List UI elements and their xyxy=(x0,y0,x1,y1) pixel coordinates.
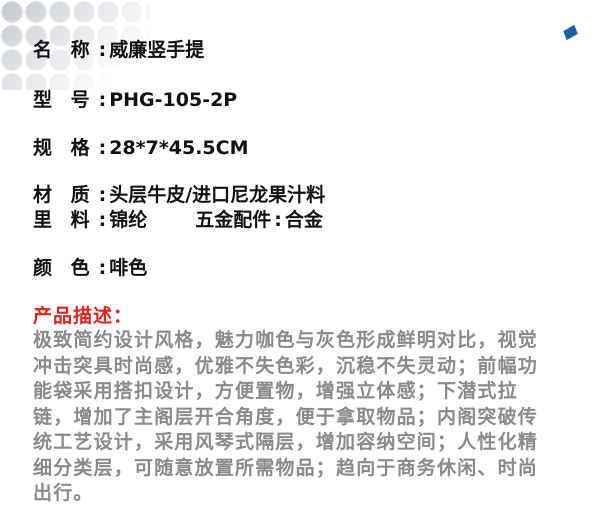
spec-label: 材 质 xyxy=(33,184,96,206)
spec-label: 型 号 xyxy=(33,89,96,111)
blue-corner-mark xyxy=(563,24,578,41)
spec-value: 头层牛皮/进口尼龙果汁料 xyxy=(109,184,326,206)
spec-separator: : xyxy=(98,209,107,231)
spec-value: 啡色 xyxy=(109,257,148,279)
spec-label: 里 料 xyxy=(33,209,96,231)
spec-label: 规 格 xyxy=(33,137,96,159)
spec-value: PHG-105-2P xyxy=(109,89,238,111)
spec-row-size: 规 格:28*7*45.5CM xyxy=(33,136,249,160)
spec-row-color: 颜 色: 啡色 xyxy=(33,256,147,280)
spec-separator: : xyxy=(98,89,107,111)
spec-extra-value: 合金 xyxy=(284,209,323,231)
spec-row-material: 材 质: 头层牛皮/进口尼龙果汁料 xyxy=(33,183,325,207)
description-title: 产品描述： xyxy=(33,305,134,327)
spec-extra-label: 五金配件 xyxy=(195,209,272,231)
spec-value: 威廉竖手提 xyxy=(109,39,205,61)
spec-separator: : xyxy=(98,184,107,206)
spec-separator: : xyxy=(98,137,107,159)
spec-separator: : xyxy=(274,209,282,231)
description-text: 极致简约设计风格，魅力咖色与灰色形成鲜明对比，视觉冲击突具时尚感，优雅不失色彩，… xyxy=(33,329,539,504)
spec-separator: : xyxy=(98,39,107,61)
spec-row-model: 型 号: PHG-105-2P xyxy=(33,88,237,112)
spec-label: 名 称 xyxy=(33,39,96,61)
spec-separator: : xyxy=(98,257,107,279)
spec-value: 28*7*45.5CM xyxy=(109,137,249,159)
spec-value: 锦纶 xyxy=(109,209,148,231)
spec-label: 颜 色 xyxy=(33,257,96,279)
spec-row-lining: 里 料: 锦纶 五金配件: 合金 xyxy=(33,208,323,232)
spec-row-name: 名 称: 威廉竖手提 xyxy=(33,38,204,62)
